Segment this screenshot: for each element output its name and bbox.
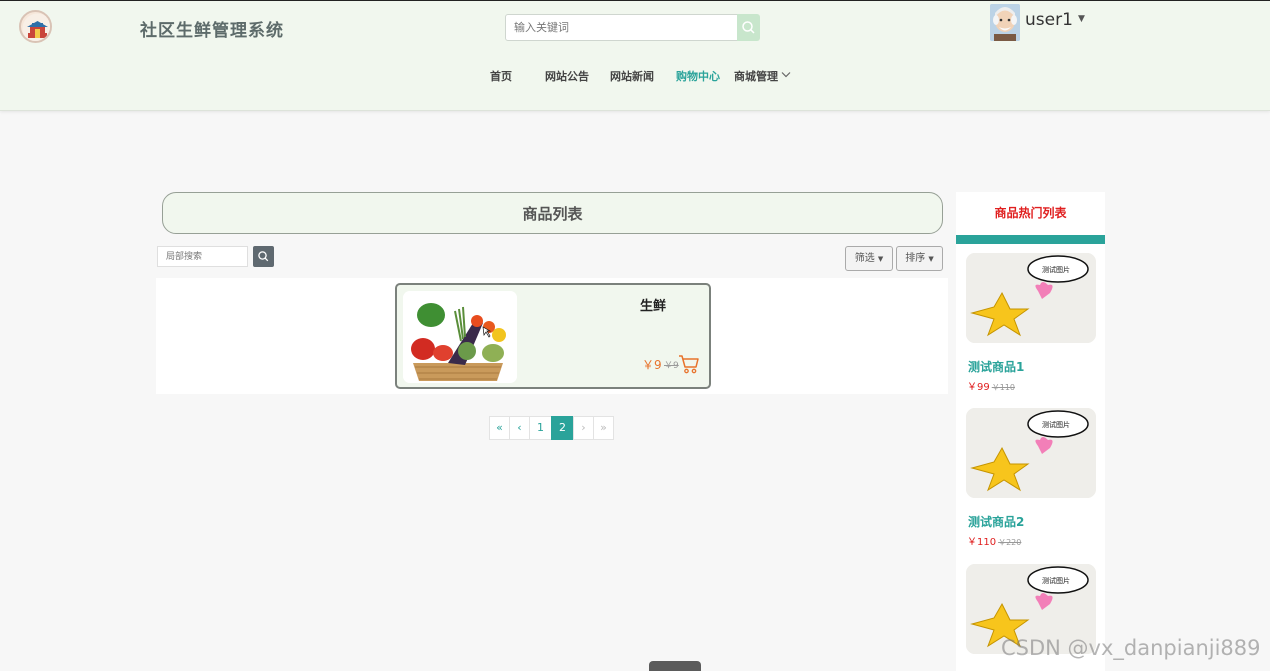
chevron-down-icon[interactable]	[781, 71, 791, 79]
svg-text:测试图片: 测试图片	[1042, 265, 1070, 274]
product-price: ￥9	[642, 358, 662, 372]
keyword-search-button[interactable]	[737, 14, 760, 41]
hot-product-original-price: ￥220	[998, 538, 1022, 547]
hot-product-original-price: ￥110	[991, 383, 1016, 392]
filter-label: 筛选	[854, 253, 875, 264]
pagination-page-2[interactable]: 2	[551, 416, 574, 440]
hot-product-image[interactable]: 测试图片	[966, 253, 1096, 343]
back-to-top-tab[interactable]	[649, 661, 701, 671]
nav-news[interactable]: 网站新闻	[610, 68, 654, 84]
pagination-prev[interactable]: ‹	[509, 416, 530, 440]
username-label[interactable]: user1	[1025, 10, 1073, 30]
product-card[interactable]: 生鲜 ￥9 ￥9	[395, 283, 711, 389]
top-header: 社区生鲜管理系统 user1 ▼ 首页 网站公告 网站新闻 购物中心 商城管理	[0, 0, 1270, 111]
nav-shopping-center[interactable]: 购物中心	[676, 68, 720, 84]
svg-text:测试图片: 测试图片	[1042, 420, 1070, 429]
hot-products-title: 商品热门列表	[994, 206, 1067, 220]
user-menu-caret-icon[interactable]: ▼	[1078, 14, 1085, 24]
hot-product-current-price: ￥110	[967, 537, 997, 548]
user-avatar[interactable]	[990, 4, 1020, 41]
local-search-input[interactable]	[157, 246, 248, 267]
hot-product-image[interactable]: 测试图片	[966, 408, 1096, 498]
caret-down-icon: ▼	[877, 255, 884, 263]
sidebar-accent-bar	[956, 235, 1105, 244]
shopping-cart-icon[interactable]	[678, 354, 700, 374]
product-original-price: ￥9	[664, 361, 679, 371]
pagination-next[interactable]: ›	[573, 416, 594, 440]
pagination: « ‹ 1 2 › »	[489, 416, 614, 440]
nav-home[interactable]: 首页	[490, 68, 512, 84]
product-list-title: 商品列表	[162, 192, 943, 234]
local-search-button[interactable]	[253, 246, 274, 267]
filter-dropdown-button[interactable]: 筛选 ▼	[845, 246, 893, 271]
sort-label: 排序	[905, 253, 926, 264]
search-icon	[742, 21, 755, 34]
nav-mall-management[interactable]: 商城管理	[734, 68, 778, 84]
pagination-last[interactable]: »	[593, 416, 614, 440]
hot-product-name[interactable]: 测试商品1	[968, 358, 1024, 375]
sort-dropdown-button[interactable]: 排序 ▼	[896, 246, 943, 271]
svg-text:测试图片: 测试图片	[1042, 576, 1070, 585]
hot-product-name[interactable]: 测试商品2	[968, 513, 1024, 530]
product-name[interactable]: 生鲜	[640, 295, 666, 314]
hot-product-current-price: ￥99	[967, 382, 990, 393]
product-image[interactable]	[403, 291, 517, 383]
hot-product-price: ￥99 ￥110	[967, 378, 1015, 393]
hot-products-sidebar: 商品热门列表 测试图片 测试商品1 ￥99 ￥110 测试图片 测试商品2 ￥11…	[956, 192, 1105, 671]
pagination-first[interactable]: «	[489, 416, 510, 440]
pagination-page-1[interactable]: 1	[529, 416, 552, 440]
hot-product-price: ￥110 ￥220	[967, 533, 1021, 548]
keyword-search-input[interactable]	[505, 14, 738, 41]
site-title: 社区生鲜管理系统	[140, 21, 284, 41]
caret-down-icon: ▼	[928, 255, 934, 263]
watermark: CSDN @vx_danpianji889	[1001, 636, 1261, 660]
nav-announcements[interactable]: 网站公告	[545, 68, 589, 84]
site-logo[interactable]	[19, 10, 52, 43]
search-icon	[258, 251, 269, 262]
